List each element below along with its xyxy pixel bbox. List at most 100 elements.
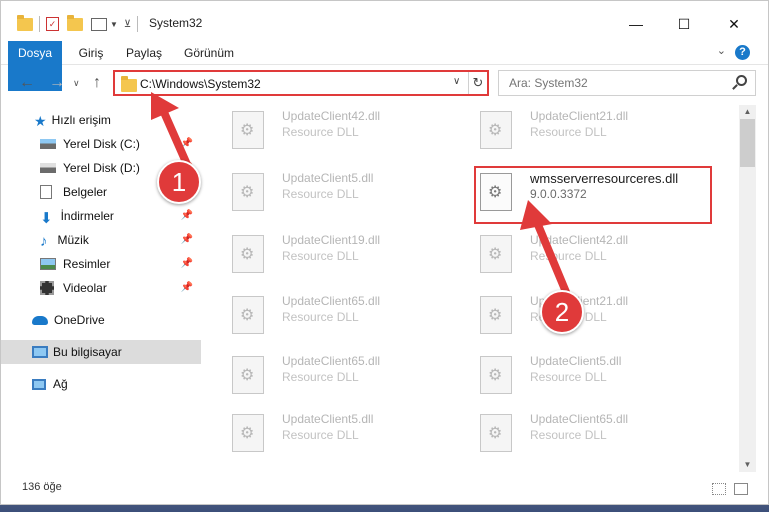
sidebar-item-label: Bu bilgisayar	[53, 345, 122, 359]
pin-icon[interactable]: 📌	[181, 234, 193, 245]
dll-file-icon	[480, 296, 512, 334]
file-description: Resource DLL	[530, 428, 607, 442]
scroll-thumb[interactable]	[740, 119, 755, 167]
sidebar-item-this-pc[interactable]: Bu bilgisayar	[1, 340, 201, 364]
drive-icon	[40, 139, 56, 149]
minimize-button[interactable]: —	[613, 9, 659, 39]
dll-file-icon	[232, 173, 264, 211]
sidebar-item-label: Hızlı erişim	[51, 113, 111, 127]
forward-arrow-icon[interactable]: →	[49, 74, 65, 92]
recent-locations-icon[interactable]: ∨	[73, 78, 80, 89]
star-icon: ★	[34, 113, 47, 129]
sidebar-item-label: İndirmeler	[60, 209, 114, 223]
file-description: Resource DLL	[282, 370, 359, 384]
sidebar-item-label: Belgeler	[63, 185, 108, 199]
file-description: Resource DLL	[282, 125, 359, 139]
sidebar-item-label: Resimler	[63, 257, 111, 271]
document-icon	[40, 185, 52, 199]
dll-file-icon	[232, 356, 264, 394]
help-icon[interactable]: ?	[735, 45, 750, 60]
refresh-icon[interactable]: ↻	[468, 72, 487, 94]
chevron-down-icon[interactable]: ▼	[110, 20, 118, 29]
close-button[interactable]: ✕	[711, 9, 757, 39]
sidebar-item-network[interactable]: Ağ	[1, 372, 201, 396]
scroll-down-icon[interactable]: ▼	[739, 458, 756, 472]
file-description: Resource DLL	[282, 310, 359, 324]
file-item[interactable]: UpdateClient65.dll Resource DLL	[472, 408, 672, 458]
network-icon	[32, 378, 46, 390]
sidebar-item-label: Yerel Disk (D:)	[63, 161, 140, 175]
file-item[interactable]: UpdateClient5.dll Resource DLL	[224, 408, 424, 458]
file-item[interactable]: UpdateClient19.dll Resource DLL	[224, 229, 424, 279]
pin-icon[interactable]: 📌	[181, 282, 193, 293]
file-name: UpdateClient65.dll	[282, 294, 381, 308]
monitor-icon	[32, 346, 48, 358]
sidebar-item-pictures[interactable]: Resimler 📌	[1, 252, 201, 276]
dll-file-icon	[232, 235, 264, 273]
title-bar: ✓ ▼ ⊻ System32 — ☐ ✕	[1, 1, 768, 41]
address-path[interactable]: C:\Windows\System32	[140, 77, 261, 91]
drive-icon	[40, 163, 56, 173]
file-description: Resource DLL	[282, 187, 359, 201]
file-name: UpdateClient65.dll	[282, 354, 381, 368]
file-item[interactable]: UpdateClient42.dll Resource DLL	[224, 105, 424, 155]
view-options-icon[interactable]	[91, 17, 107, 31]
file-item[interactable]: UpdateClient5.dll Resource DLL	[472, 350, 672, 400]
window-title: System32	[149, 16, 203, 30]
file-description: Resource DLL	[282, 249, 359, 263]
music-note-icon: ♪	[40, 233, 48, 250]
sidebar-item-label: OneDrive	[54, 313, 105, 327]
sidebar-item-downloads[interactable]: ⬇ İndirmeler 📌	[1, 204, 201, 228]
scroll-up-icon[interactable]: ▲	[739, 105, 756, 119]
sidebar-item-label: Videolar	[63, 281, 107, 295]
file-name: UpdateClient5.dll	[282, 412, 374, 426]
sidebar-item-onedrive[interactable]: OneDrive	[1, 308, 201, 332]
back-arrow-icon[interactable]: ←	[19, 74, 35, 92]
file-name: UpdateClient19.dll	[282, 233, 381, 247]
file-name: UpdateClient42.dll	[282, 109, 381, 123]
file-item[interactable]: UpdateClient21.dll Resource DLL	[472, 105, 672, 155]
new-folder-icon[interactable]	[67, 14, 83, 31]
tab-home[interactable]: Giriş	[67, 41, 115, 65]
dll-file-icon	[480, 414, 512, 452]
pin-icon[interactable]: 📌	[181, 258, 193, 269]
file-item[interactable]: UpdateClient65.dll Resource DLL	[224, 350, 424, 400]
large-icons-view-icon[interactable]	[734, 483, 748, 495]
quick-access-toolbar: ✓ ▼ ⊻	[17, 14, 144, 33]
file-item[interactable]: UpdateClient5.dll Resource DLL	[224, 167, 424, 217]
pin-icon[interactable]: 📌	[181, 210, 193, 221]
properties-icon[interactable]: ✓	[46, 17, 59, 31]
sidebar-item-music[interactable]: ♪ Müzik 📌	[1, 228, 201, 252]
dll-file-icon	[480, 235, 512, 273]
up-arrow-icon[interactable]: ↑	[93, 74, 101, 92]
file-name: UpdateClient5.dll	[282, 171, 374, 185]
sidebar-item-videos[interactable]: Videolar 📌	[1, 276, 201, 300]
file-name: UpdateClient21.dll	[530, 109, 629, 123]
dll-file-icon	[232, 111, 264, 149]
tab-view[interactable]: Görünüm	[177, 41, 241, 65]
vertical-scrollbar[interactable]: ▲ ▼	[739, 105, 756, 472]
file-item[interactable]: UpdateClient65.dll Resource DLL	[224, 290, 424, 340]
dll-file-icon	[232, 414, 264, 452]
status-bar: 136 öğe	[1, 476, 768, 500]
details-view-icon[interactable]	[712, 483, 726, 495]
cloud-icon	[32, 315, 48, 325]
dll-file-icon	[232, 296, 264, 334]
customize-toolbar-icon[interactable]: ⊻	[124, 19, 131, 30]
file-list: UpdateClient42.dll Resource DLL UpdateCl…	[209, 105, 739, 472]
expand-ribbon-icon[interactable]: ⌄	[717, 44, 726, 57]
maximize-button[interactable]: ☐	[661, 9, 707, 39]
folder-icon	[121, 76, 137, 92]
search-input[interactable]	[509, 72, 729, 94]
toolbar-separator	[39, 16, 40, 32]
chevron-down-icon[interactable]: ∨	[453, 76, 460, 87]
explorer-window: ✓ ▼ ⊻ System32 — ☐ ✕ Dosya Giriş Paylaş …	[0, 0, 769, 505]
sidebar-item-label: Ağ	[53, 377, 68, 391]
search-icon[interactable]	[736, 75, 747, 86]
film-icon	[40, 281, 54, 295]
file-name: UpdateClient5.dll	[530, 354, 622, 368]
dll-file-icon	[480, 356, 512, 394]
search-box[interactable]	[498, 70, 756, 96]
tab-share[interactable]: Paylaş	[119, 41, 169, 65]
sidebar-item-label: Yerel Disk (C:)	[63, 137, 140, 151]
